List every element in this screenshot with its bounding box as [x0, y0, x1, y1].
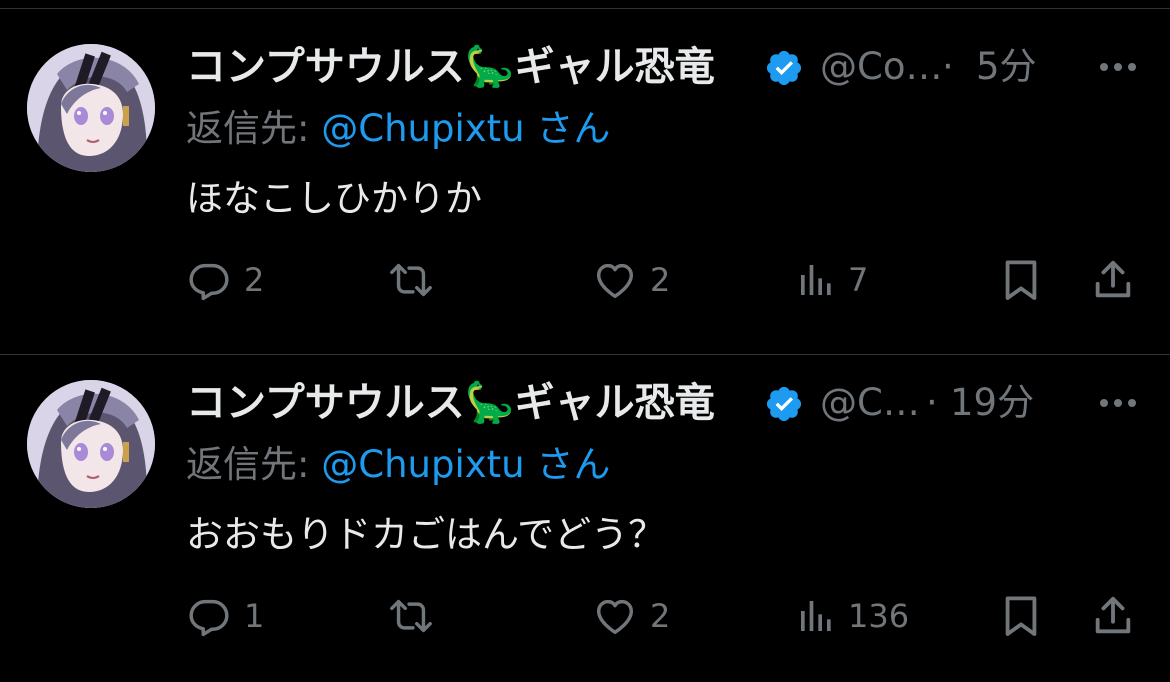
like-button[interactable]: 2 [592, 590, 670, 642]
views-button[interactable]: 7 [796, 254, 868, 306]
action-bar: 1 2 136 [186, 590, 1146, 642]
reply-button[interactable]: 1 [186, 590, 264, 642]
reply-user-link[interactable]: @Chupixtu [321, 443, 524, 486]
reply-count: 1 [244, 597, 265, 635]
share-button[interactable] [1090, 254, 1136, 306]
top-divider [0, 0, 1170, 9]
reply-user-link[interactable]: @Chupixtu [321, 107, 524, 150]
avatar[interactable] [27, 44, 155, 172]
bookmark-icon [1005, 596, 1037, 636]
reply-label: 返信先: [186, 443, 310, 486]
reply-label: 返信先: [186, 107, 310, 150]
display-name[interactable]: コンプサウルス🦕ギャル恐竜 [186, 38, 715, 96]
reply-icon [189, 599, 229, 637]
retweet-icon [390, 263, 432, 297]
like-icon [596, 599, 634, 635]
views-button[interactable]: 136 [796, 590, 909, 642]
like-count: 2 [650, 261, 671, 299]
reply-icon [189, 263, 229, 301]
reply-suffix: さん [536, 443, 611, 486]
retweet-button[interactable] [386, 254, 448, 306]
bookmark-button[interactable] [998, 254, 1044, 306]
reply-count: 2 [244, 261, 265, 299]
more-icon[interactable] [1096, 52, 1140, 82]
bookmark-icon [1005, 260, 1037, 300]
tweet-text: おおもりドカごはんでどう？ [186, 513, 666, 556]
retweet-icon [390, 599, 432, 633]
like-count: 2 [650, 597, 671, 635]
share-icon [1095, 260, 1131, 298]
reply-button[interactable]: 2 [186, 254, 264, 306]
bookmark-button[interactable] [998, 590, 1044, 642]
replying-to: 返信先: @Chupixtu さん [186, 440, 610, 490]
like-icon [596, 263, 634, 299]
view-count: 136 [848, 597, 910, 635]
handle[interactable]: @Co… [820, 38, 942, 96]
tweet[interactable]: コンプサウルス🦕ギャル恐竜 @C… · 19分 返信先: @Chupixtu さ… [0, 346, 1170, 681]
replying-to: 返信先: @Chupixtu さん [186, 104, 610, 154]
verified-icon [766, 50, 802, 86]
tweet[interactable]: コンプサウルス🦕ギャル恐竜 @Co… · 5分 返信先: @Chupixtu さ… [0, 10, 1170, 355]
timestamp[interactable]: 5分 [976, 38, 1037, 96]
display-name[interactable]: コンプサウルス🦕ギャル恐竜 [186, 374, 715, 432]
like-button[interactable]: 2 [592, 254, 670, 306]
action-bar: 2 2 7 [186, 254, 1146, 306]
retweet-button[interactable] [386, 590, 448, 642]
avatar[interactable] [27, 380, 155, 508]
separator: · [942, 45, 954, 88]
separator: · [926, 381, 938, 424]
timestamp[interactable]: 19分 [950, 374, 1034, 432]
handle[interactable]: @C… [820, 374, 920, 432]
share-icon [1095, 596, 1131, 634]
views-icon [801, 265, 831, 295]
tweet-text: ほなこしひかりか [186, 177, 482, 220]
view-count: 7 [848, 261, 869, 299]
share-button[interactable] [1090, 590, 1136, 642]
more-icon[interactable] [1096, 388, 1140, 418]
views-icon [801, 601, 831, 631]
reply-suffix: さん [536, 107, 611, 150]
verified-icon [766, 386, 802, 422]
